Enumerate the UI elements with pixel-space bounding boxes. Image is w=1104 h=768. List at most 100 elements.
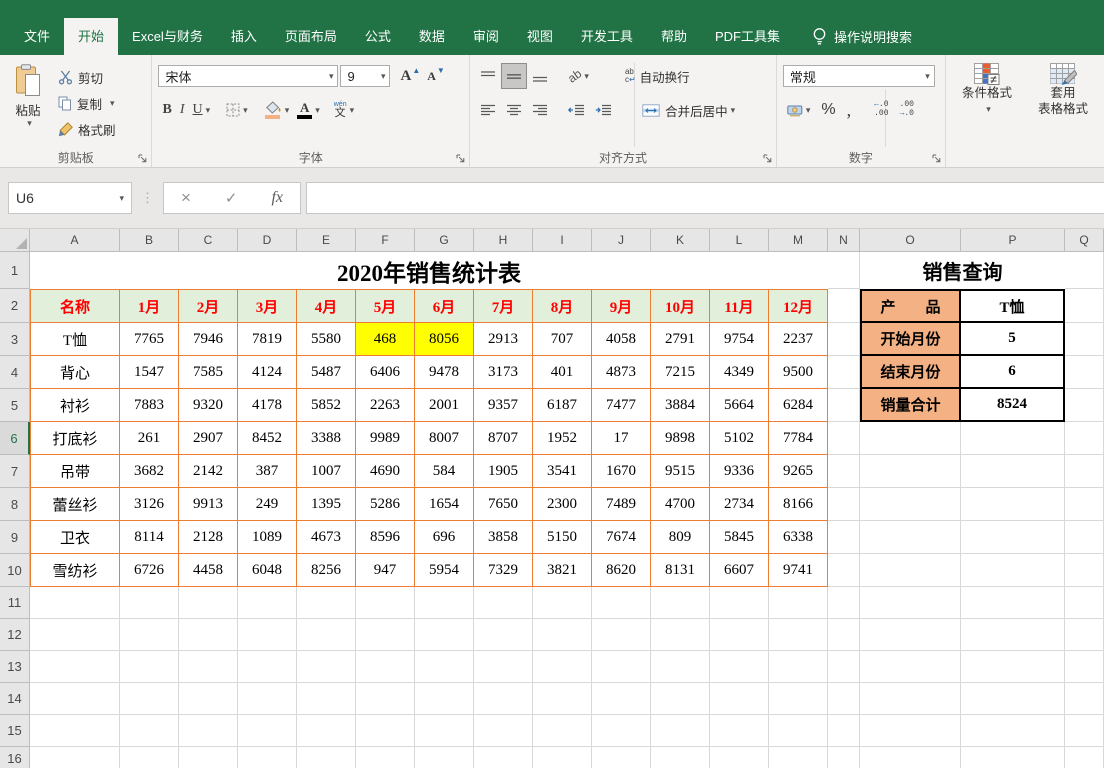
ribbon-tab-6[interactable]: 数据	[405, 18, 459, 55]
sales-cell-J9[interactable]: 7674	[592, 521, 651, 554]
cell-O7[interactable]	[860, 455, 961, 488]
cell-Q11[interactable]	[1065, 587, 1104, 619]
sales-cell-J5[interactable]: 7477	[592, 389, 651, 422]
sales-cell-I8[interactable]: 2300	[533, 488, 592, 521]
product-name-3[interactable]: 打底衫	[30, 422, 120, 455]
cell-Q10[interactable]	[1065, 554, 1104, 587]
column-header-Q[interactable]: Q	[1065, 229, 1104, 252]
cell-N16[interactable]	[828, 747, 860, 768]
bold-button[interactable]: B	[158, 98, 175, 122]
row-header-7[interactable]: 7	[0, 455, 30, 488]
font-size-select[interactable]: 9▾	[340, 65, 390, 87]
cut-button[interactable]: 剪切	[58, 66, 116, 88]
cell-B14[interactable]	[120, 683, 179, 715]
sales-cell-M5[interactable]: 6284	[769, 389, 828, 422]
sales-cell-E3[interactable]: 5580	[297, 323, 356, 356]
sales-cell-D6[interactable]: 8452	[238, 422, 297, 455]
sales-cell-G3[interactable]: 8056	[415, 323, 474, 356]
query-label-3[interactable]: 销量合计	[860, 389, 961, 422]
sales-cell-H9[interactable]: 3858	[474, 521, 533, 554]
cell-P9[interactable]	[961, 521, 1065, 554]
sales-cell-C5[interactable]: 9320	[179, 389, 238, 422]
cell-D12[interactable]	[238, 619, 297, 651]
cell-H14[interactable]	[474, 683, 533, 715]
cell-B12[interactable]	[120, 619, 179, 651]
italic-button[interactable]: I	[176, 98, 189, 122]
cell-Q2[interactable]	[1065, 289, 1104, 323]
row-header-15[interactable]: 15	[0, 715, 30, 747]
sales-cell-E4[interactable]: 5487	[297, 356, 356, 389]
sales-cell-E5[interactable]: 5852	[297, 389, 356, 422]
ribbon-tab-9[interactable]: 开发工具	[567, 18, 647, 55]
sales-cell-K9[interactable]: 809	[651, 521, 710, 554]
sales-cell-B9[interactable]: 8114	[120, 521, 179, 554]
sales-cell-C3[interactable]: 7946	[179, 323, 238, 356]
sales-cell-H4[interactable]: 3173	[474, 356, 533, 389]
decrease-indent-button[interactable]	[564, 98, 589, 122]
row-header-12[interactable]: 12	[0, 619, 30, 651]
column-header-D[interactable]: D	[238, 229, 297, 252]
ribbon-tab-10[interactable]: 帮助	[647, 18, 701, 55]
align-right-button[interactable]	[528, 98, 552, 122]
sales-header-11[interactable]: 11月	[710, 289, 769, 323]
column-header-A[interactable]: A	[30, 229, 120, 252]
column-header-N[interactable]: N	[828, 229, 860, 252]
cell-Q15[interactable]	[1065, 715, 1104, 747]
align-left-button[interactable]	[476, 98, 500, 122]
cell-L16[interactable]	[710, 747, 769, 768]
sales-cell-L5[interactable]: 5664	[710, 389, 769, 422]
sales-header-2[interactable]: 2月	[179, 289, 238, 323]
accounting-format-button[interactable]: ▾	[783, 98, 815, 122]
sales-cell-G4[interactable]: 9478	[415, 356, 474, 389]
product-name-2[interactable]: 衬衫	[30, 389, 120, 422]
conditional-formatting-button[interactable]: 条件格式 ▾	[950, 60, 1024, 152]
sales-cell-F6[interactable]: 9989	[356, 422, 415, 455]
column-header-K[interactable]: K	[651, 229, 710, 252]
cell-M13[interactable]	[769, 651, 828, 683]
cell-L14[interactable]	[710, 683, 769, 715]
cell-C15[interactable]	[179, 715, 238, 747]
cell-O6[interactable]	[860, 422, 961, 455]
cell-L11[interactable]	[710, 587, 769, 619]
cell-A12[interactable]	[30, 619, 120, 651]
column-header-F[interactable]: F	[356, 229, 415, 252]
name-box-resize-handle[interactable]: ⋮	[141, 190, 154, 206]
font-color-button[interactable]: A ▾	[293, 98, 324, 122]
cell-N7[interactable]	[828, 455, 860, 488]
cell-D11[interactable]	[238, 587, 297, 619]
sales-cell-B4[interactable]: 1547	[120, 356, 179, 389]
row-header-10[interactable]: 10	[0, 554, 30, 587]
row-header-1[interactable]: 1	[0, 252, 30, 289]
cell-N3[interactable]	[828, 323, 860, 356]
cell-N15[interactable]	[828, 715, 860, 747]
cell-P15[interactable]	[961, 715, 1065, 747]
sales-cell-F5[interactable]: 2263	[356, 389, 415, 422]
ribbon-tab-5[interactable]: 公式	[351, 18, 405, 55]
sales-cell-J8[interactable]: 7489	[592, 488, 651, 521]
column-header-M[interactable]: M	[769, 229, 828, 252]
ribbon-tab-0[interactable]: 文件	[10, 18, 64, 55]
borders-button[interactable]: ▾	[222, 98, 252, 122]
cell-E12[interactable]	[297, 619, 356, 651]
sales-cell-I7[interactable]: 3541	[533, 455, 592, 488]
cell-Q5[interactable]	[1065, 389, 1104, 422]
column-header-J[interactable]: J	[592, 229, 651, 252]
column-header-C[interactable]: C	[179, 229, 238, 252]
row-header-11[interactable]: 11	[0, 587, 30, 619]
align-top-button[interactable]	[476, 64, 500, 88]
cell-N13[interactable]	[828, 651, 860, 683]
column-header-B[interactable]: B	[120, 229, 179, 252]
cell-B15[interactable]	[120, 715, 179, 747]
product-name-5[interactable]: 蕾丝衫	[30, 488, 120, 521]
merge-center-button[interactable]: 合并后居中 ▾	[638, 98, 739, 122]
cell-I11[interactable]	[533, 587, 592, 619]
sales-cell-H6[interactable]: 8707	[474, 422, 533, 455]
cell-P13[interactable]	[961, 651, 1065, 683]
cell-E15[interactable]	[297, 715, 356, 747]
ribbon-tab-8[interactable]: 视图	[513, 18, 567, 55]
query-value-3[interactable]: 8524	[961, 389, 1065, 422]
cancel-button[interactable]: ×	[181, 188, 191, 208]
cell-A13[interactable]	[30, 651, 120, 683]
sales-header-12[interactable]: 12月	[769, 289, 828, 323]
cell-N14[interactable]	[828, 683, 860, 715]
